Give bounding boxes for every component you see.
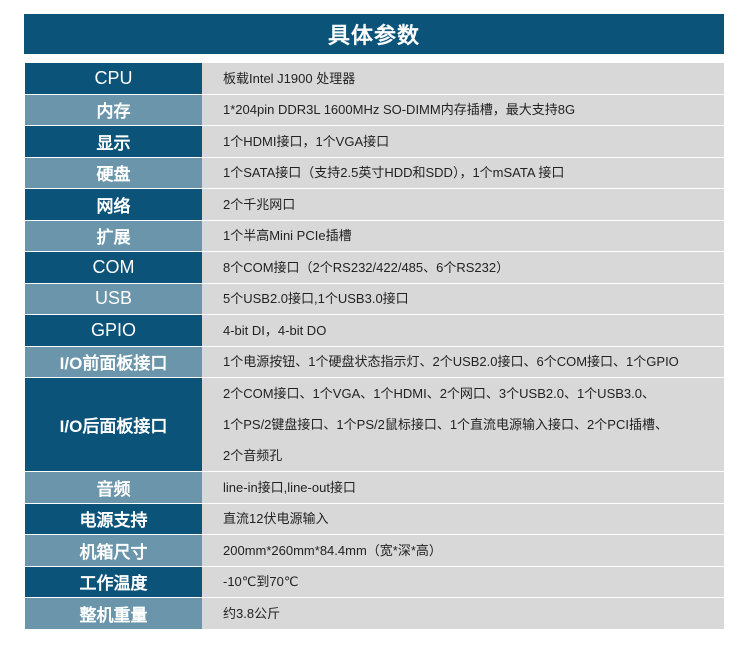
- spec-value-line: 2个音频孔: [223, 448, 283, 463]
- spec-row-memory: 内存 1*204pin DDR3L 1600MHz SO-DIMM内存插槽，最大…: [25, 94, 724, 126]
- spec-value-line: 1个PS/2键盘接口、1个PS/2鼠标接口、1个直流电源输入接口、2个PCI插槽…: [223, 417, 668, 432]
- spec-label: 电源支持: [25, 503, 202, 534]
- spec-value: line-in接口,line-out接口: [202, 472, 724, 503]
- spec-value: 板载Intel J1900 处理器: [202, 63, 724, 94]
- spec-row-chassis-size: 机箱尺寸 200mm*260mm*84.4mm（宽*深*高）: [25, 535, 724, 567]
- spec-row-expansion: 扩展 1个半高Mini PCIe插槽: [25, 220, 724, 252]
- spec-value: 8个COM接口（2个RS232/422/485、6个RS232）: [202, 252, 724, 283]
- page-title: 具体参数: [24, 14, 724, 54]
- spec-value-line: 约3.8公斤: [223, 605, 281, 621]
- spec-row-operating-temp: 工作温度 -10℃到70℃: [25, 566, 724, 598]
- spec-value-line: -10℃到70℃: [223, 574, 299, 590]
- spec-value: 4-bit DI，4-bit DO: [202, 315, 724, 346]
- spec-value: 直流12伏电源输入: [202, 503, 724, 534]
- spec-label: GPIO: [25, 315, 202, 346]
- spec-value-line: 8个COM接口（2个RS232/422/485、6个RS232）: [223, 259, 510, 275]
- spec-value-line: 1个SATA接口（支持2.5英寸HDD和SDD），1个mSATA 接口: [223, 165, 565, 181]
- spec-row-usb: USB 5个USB2.0接口,1个USB3.0接口: [25, 283, 724, 315]
- spec-value-line: 2个千兆网口: [223, 196, 296, 212]
- spec-value-line: 1*204pin DDR3L 1600MHz SO-DIMM内存插槽，最大支持8…: [223, 102, 576, 118]
- spec-value-line: 直流12伏电源输入: [223, 511, 329, 527]
- spec-value-line: 1个半高Mini PCIe插槽: [223, 228, 352, 244]
- spec-value: 2个千兆网口: [202, 189, 724, 220]
- spec-value: 200mm*260mm*84.4mm（宽*深*高）: [202, 535, 724, 566]
- spec-value: 1*204pin DDR3L 1600MHz SO-DIMM内存插槽，最大支持8…: [202, 94, 724, 125]
- spec-value-line: line-in接口,line-out接口: [223, 479, 356, 495]
- spec-row-network: 网络 2个千兆网口: [25, 189, 724, 221]
- spec-row-storage: 硬盘 1个SATA接口（支持2.5英寸HDD和SDD），1个mSATA 接口: [25, 157, 724, 189]
- spec-row-front-io: I/O前面板接口 1个电源按钮、1个硬盘状态指示灯、2个USB2.0接口、6个C…: [25, 346, 724, 378]
- spec-label: 显示: [25, 126, 202, 157]
- spec-label: 硬盘: [25, 157, 202, 188]
- spec-value-line: 5个USB2.0接口,1个USB3.0接口: [223, 291, 409, 307]
- spec-value: 1个电源按钮、1个硬盘状态指示灯、2个USB2.0接口、6个COM接口、1个GP…: [202, 346, 724, 377]
- spec-label: 扩展: [25, 220, 202, 251]
- spec-row-cpu: CPU 板载Intel J1900 处理器: [25, 63, 724, 95]
- spec-value-line: 4-bit DI，4-bit DO: [223, 322, 327, 338]
- spec-value: 约3.8公斤: [202, 598, 724, 629]
- spec-value: 1个SATA接口（支持2.5英寸HDD和SDD），1个mSATA 接口: [202, 157, 724, 188]
- spec-label: 整机重量: [25, 598, 202, 629]
- spec-label: CPU: [25, 63, 202, 94]
- spec-value: 2个COM接口、1个VGA、1个HDMI、2个网口、3个USB2.0、1个USB…: [202, 378, 724, 471]
- spec-row-power: 电源支持 直流12伏电源输入: [25, 503, 724, 535]
- spec-row-display: 显示 1个HDMI接口，1个VGA接口: [25, 126, 724, 158]
- spec-value: -10℃到70℃: [202, 566, 724, 597]
- spec-value-line: 1个HDMI接口，1个VGA接口: [223, 133, 390, 149]
- spec-value: 5个USB2.0接口,1个USB3.0接口: [202, 283, 724, 314]
- spec-value: 1个半高Mini PCIe插槽: [202, 220, 724, 251]
- spec-value: 1个HDMI接口，1个VGA接口: [202, 126, 724, 157]
- spec-label: 机箱尺寸: [25, 535, 202, 566]
- spec-label: COM: [25, 252, 202, 283]
- spec-label: USB: [25, 283, 202, 314]
- spec-label: 工作温度: [25, 566, 202, 597]
- spec-row-com: COM 8个COM接口（2个RS232/422/485、6个RS232）: [25, 252, 724, 284]
- spec-row-rear-io: I/O后面板接口 2个COM接口、1个VGA、1个HDMI、2个网口、3个USB…: [25, 378, 724, 472]
- spec-value-line: 200mm*260mm*84.4mm（宽*深*高）: [223, 542, 442, 558]
- spec-label: 网络: [25, 189, 202, 220]
- spec-table: CPU 板载Intel J1900 处理器 内存 1*204pin DDR3L …: [25, 63, 724, 630]
- spec-label: 音频: [25, 472, 202, 503]
- spec-label: I/O后面板接口: [25, 378, 202, 471]
- spec-value-line: 1个电源按钮、1个硬盘状态指示灯、2个USB2.0接口、6个COM接口、1个GP…: [223, 354, 679, 370]
- spec-row-gpio: GPIO 4-bit DI，4-bit DO: [25, 315, 724, 347]
- spec-value-line: 板载Intel J1900 处理器: [223, 70, 356, 86]
- spec-label: I/O前面板接口: [25, 346, 202, 377]
- spec-row-audio: 音频 line-in接口,line-out接口: [25, 472, 724, 504]
- spec-label: 内存: [25, 94, 202, 125]
- spec-row-weight: 整机重量 约3.8公斤: [25, 598, 724, 630]
- spec-value-line: 2个COM接口、1个VGA、1个HDMI、2个网口、3个USB2.0、1个USB…: [223, 386, 655, 401]
